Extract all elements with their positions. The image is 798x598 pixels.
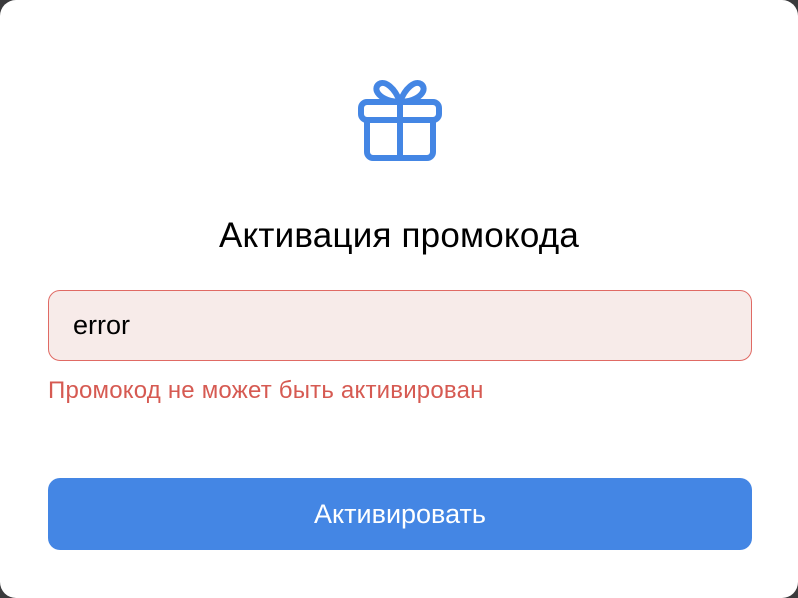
error-message: Промокод не может быть активирован bbox=[48, 377, 484, 404]
dialog-title: Активация промокода bbox=[218, 216, 580, 255]
promo-code-input[interactable] bbox=[48, 290, 752, 361]
gift-icon bbox=[358, 80, 442, 161]
activate-button[interactable]: Активировать bbox=[48, 478, 752, 550]
promo-code-dialog: Активация промокода Промокод не может бы… bbox=[0, 0, 798, 598]
